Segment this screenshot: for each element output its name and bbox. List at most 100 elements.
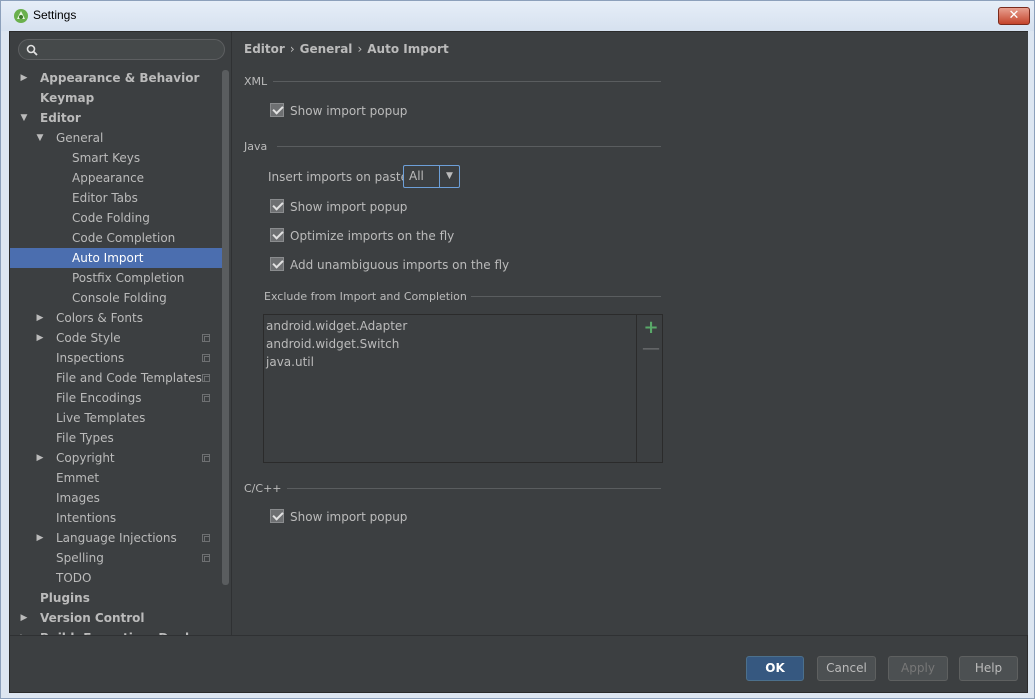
collapsed-arrow-icon[interactable]: ▶ xyxy=(18,68,30,88)
tree-item-label: Editor Tabs xyxy=(72,191,138,205)
expanded-arrow-icon[interactable]: ▼ xyxy=(34,128,46,148)
tree-item-label: Plugins xyxy=(40,591,90,605)
tree-item-spelling[interactable]: Spelling xyxy=(10,548,222,568)
collapsed-arrow-icon[interactable]: ▶ xyxy=(34,308,46,328)
tree-item-label: Smart Keys xyxy=(72,151,141,165)
tree-item-smart-keys[interactable]: Smart Keys xyxy=(10,148,222,168)
java-show-import-popup-checkbox[interactable] xyxy=(270,199,284,213)
list-item[interactable]: android.widget.Switch xyxy=(264,335,636,353)
tree-item-language-injections[interactable]: ▶ Language Injections xyxy=(10,528,222,548)
tree-item-images[interactable]: Images xyxy=(10,488,222,508)
breadcrumb-separator: › xyxy=(357,42,363,56)
breadcrumb-auto-import: Auto Import xyxy=(367,42,449,56)
breadcrumb-editor: Editor xyxy=(244,42,285,56)
tree-item-label: Spelling xyxy=(56,551,104,565)
tree-item-label: Editor xyxy=(40,111,81,125)
tree-item-label: File Encodings xyxy=(56,391,142,405)
help-button[interactable]: Help xyxy=(959,656,1018,681)
java-show-import-popup[interactable]: Show import popup xyxy=(270,199,407,217)
collapsed-arrow-icon[interactable]: ▶ xyxy=(18,628,30,635)
tree-item-live-templates[interactable]: Live Templates xyxy=(10,408,222,428)
settings-content: Editor › General › Auto Import XML Show impo… xyxy=(233,32,1028,635)
tree-item-appearance[interactable]: Appearance xyxy=(10,168,222,188)
apply-button[interactable]: Apply xyxy=(888,656,948,681)
xml-show-import-popup-checkbox[interactable] xyxy=(270,103,284,117)
tree-item-label: Inspections xyxy=(56,351,125,365)
tree-item-intentions[interactable]: Intentions xyxy=(10,508,222,528)
tree-item-auto-import[interactable]: Auto Import xyxy=(10,248,222,268)
tree-item-inspections[interactable]: Inspections xyxy=(10,348,222,368)
section-divider xyxy=(277,146,661,147)
java-show-import-popup-label: Show import popup xyxy=(290,200,408,214)
tree-item-label: Appearance & Behavior xyxy=(40,71,200,85)
tree-item-label: General xyxy=(56,131,104,145)
list-item[interactable]: java.util xyxy=(264,353,636,371)
section-xml-label: XML xyxy=(244,75,268,88)
tree-item-appearance-behavior[interactable]: ▶ Appearance & Behavior xyxy=(10,68,222,88)
insert-imports-label: Insert imports on paste: xyxy=(268,170,413,184)
settings-client: ▶ Appearance & Behavior Keymap ▼ Editor ▼ Gene… xyxy=(9,31,1028,693)
tree-item-code-style[interactable]: ▶ Code Style xyxy=(10,328,222,348)
exclude-label: Exclude from Import and Completion xyxy=(264,290,467,303)
project-settings-icon xyxy=(202,334,210,342)
tree-item-todo[interactable]: TODO xyxy=(10,568,222,588)
expanded-arrow-icon[interactable]: ▼ xyxy=(18,108,30,128)
section-divider xyxy=(471,296,661,297)
collapsed-arrow-icon[interactable]: ▶ xyxy=(34,328,46,348)
tree-item-label: Colors & Fonts xyxy=(56,311,143,325)
list-item[interactable]: android.widget.Adapter xyxy=(264,317,636,335)
cpp-show-import-popup-checkbox[interactable] xyxy=(270,509,284,523)
search-input[interactable] xyxy=(18,39,225,60)
tree-item-version-control[interactable]: ▶ Version Control xyxy=(10,608,222,628)
tree-item-file-encodings[interactable]: File Encodings xyxy=(10,388,222,408)
insert-imports-dropdown[interactable]: All ▼ xyxy=(403,165,460,188)
tree-item-file-and-code-templates[interactable]: File and Code Templates xyxy=(10,368,222,388)
tree-item-label: Keymap xyxy=(40,91,95,105)
tree-item-colors-fonts[interactable]: ▶ Colors & Fonts xyxy=(10,308,222,328)
collapsed-arrow-icon[interactable]: ▶ xyxy=(34,448,46,468)
breadcrumb-separator: › xyxy=(289,42,295,56)
optimize-imports[interactable]: Optimize imports on the fly xyxy=(270,228,454,246)
optimize-imports-checkbox[interactable] xyxy=(270,228,284,242)
collapsed-arrow-icon[interactable]: ▶ xyxy=(18,608,30,628)
add-unambiguous-imports-label: Add unambiguous imports on the fly xyxy=(290,258,510,272)
tree-item-emmet[interactable]: Emmet xyxy=(10,468,222,488)
android-studio-icon xyxy=(14,9,28,23)
tree-item-label: Code Folding xyxy=(72,211,150,225)
remove-icon[interactable]: — xyxy=(642,340,660,358)
settings-window: Settings ✕ ▶ Appearance & Behavior Keymap ▼… xyxy=(0,0,1035,699)
tree-item-console-folding[interactable]: Console Folding xyxy=(10,288,222,308)
collapsed-arrow-icon[interactable]: ▶ xyxy=(34,528,46,548)
breadcrumb-general: General xyxy=(299,42,353,56)
tree-item-label: Code Style xyxy=(56,331,121,345)
tree-item-build-execution-deployment[interactable]: ▶ Build, Execution, Deployment xyxy=(10,628,231,635)
add-icon[interactable]: + xyxy=(642,319,660,337)
exclude-items: android.widget.Adapter android.widget.Sw… xyxy=(264,315,637,462)
tree-item-label: Code Completion xyxy=(72,231,176,245)
tree-item-label: Postfix Completion xyxy=(72,271,185,285)
cpp-show-import-popup[interactable]: Show import popup xyxy=(270,509,407,527)
tree-item-postfix-completion[interactable]: Postfix Completion xyxy=(10,268,222,288)
close-button[interactable]: ✕ xyxy=(998,7,1030,25)
add-unambiguous-imports-checkbox[interactable] xyxy=(270,257,284,271)
tree-item-editor[interactable]: ▼ Editor xyxy=(10,108,222,128)
add-unambiguous-imports[interactable]: Add unambiguous imports on the fly xyxy=(270,257,509,275)
cancel-button[interactable]: Cancel xyxy=(817,656,876,681)
tree-item-code-completion[interactable]: Code Completion xyxy=(10,228,222,248)
chevron-down-icon[interactable]: ▼ xyxy=(439,166,459,187)
ok-button[interactable]: OK xyxy=(746,656,804,681)
tree-item-editor-tabs[interactable]: Editor Tabs xyxy=(10,188,222,208)
tree-item-label: Build, Execution, Deployment xyxy=(40,628,231,635)
optimize-imports-label: Optimize imports on the fly xyxy=(290,229,455,243)
tree-item-copyright[interactable]: ▶ Copyright xyxy=(10,448,222,468)
tree-item-code-folding[interactable]: Code Folding xyxy=(10,208,222,228)
settings-sidebar: ▶ Appearance & Behavior Keymap ▼ Editor ▼ Gene… xyxy=(10,32,232,635)
tree-item-keymap[interactable]: Keymap xyxy=(10,88,222,108)
xml-show-import-popup[interactable]: Show import popup xyxy=(270,103,407,121)
tree-item-label: Auto Import xyxy=(72,251,144,265)
tree-item-label: Console Folding xyxy=(72,291,167,305)
sidebar-scrollbar[interactable] xyxy=(222,70,229,585)
tree-item-general[interactable]: ▼ General xyxy=(10,128,222,148)
tree-item-plugins[interactable]: Plugins xyxy=(10,588,222,608)
tree-item-file-types[interactable]: File Types xyxy=(10,428,222,448)
